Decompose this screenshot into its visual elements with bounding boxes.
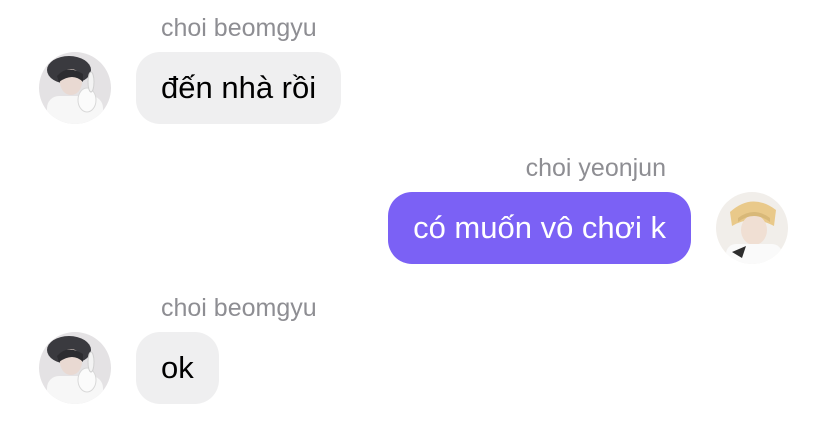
message-bubble[interactable]: ok — [136, 332, 219, 404]
sender-name: choi beomgyu — [161, 294, 317, 322]
sender-name: choi beomgyu — [161, 14, 317, 42]
beomgyu-avatar-icon[interactable] — [39, 52, 111, 124]
yeonjun-avatar-icon[interactable] — [716, 192, 788, 264]
message-bubble[interactable]: có muốn vô chơi k — [388, 192, 691, 264]
sender-name: choi yeonjun — [525, 154, 666, 182]
message-bubble[interactable]: đến nhà rồi — [136, 52, 342, 124]
beomgyu-avatar-icon[interactable] — [39, 332, 111, 404]
